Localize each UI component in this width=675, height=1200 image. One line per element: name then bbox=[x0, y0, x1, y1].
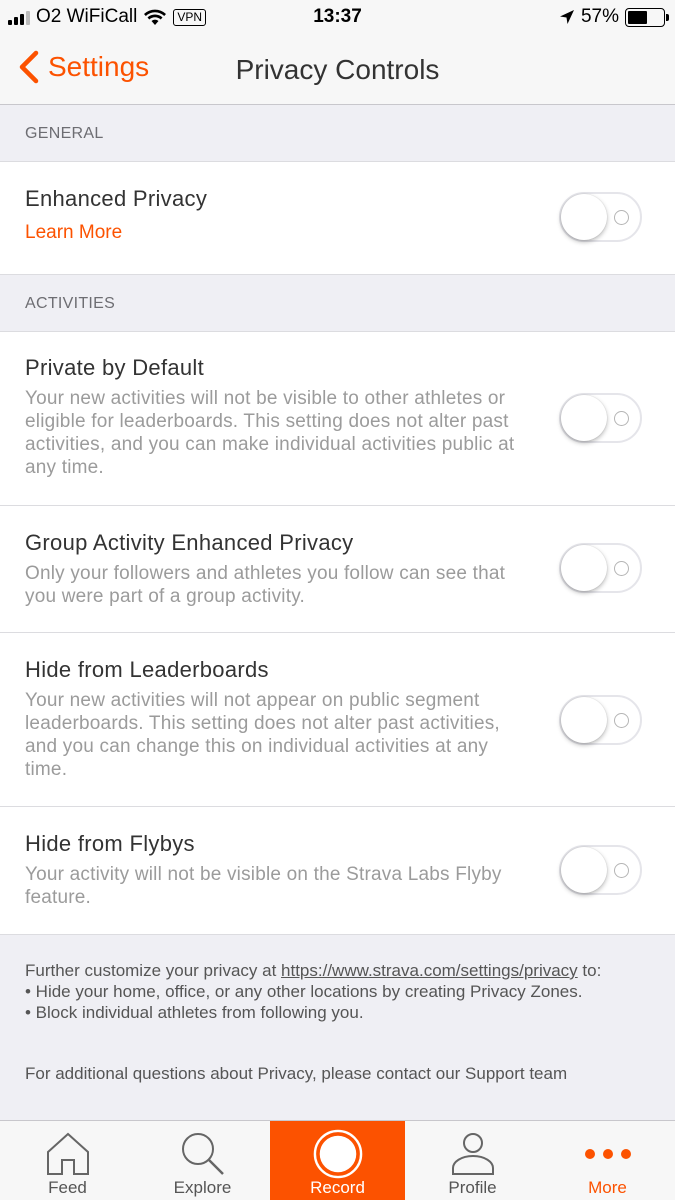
learn-more-link[interactable]: Learn More bbox=[25, 222, 122, 244]
row-description: Your new activities will not be visible … bbox=[25, 388, 515, 478]
toggle-knob bbox=[561, 194, 607, 240]
tab-label: More bbox=[588, 1178, 627, 1197]
privacy-footer-note: Further customize your privacy at https:… bbox=[0, 935, 675, 1084]
location-arrow-icon bbox=[559, 10, 574, 24]
row-title: Private by Default bbox=[25, 355, 205, 380]
section-header-general: GENERAL bbox=[0, 105, 675, 162]
private-by-default-toggle[interactable] bbox=[559, 393, 642, 443]
more-dots-icon bbox=[583, 1129, 633, 1179]
toggle-knob bbox=[561, 697, 607, 743]
tab-profile[interactable]: Profile bbox=[405, 1121, 540, 1200]
settings-list[interactable]: GENERAL Enhanced Privacy Learn More ACTI… bbox=[0, 105, 675, 1120]
wifi-icon bbox=[144, 9, 167, 25]
enhanced-privacy-row: Enhanced Privacy Learn More bbox=[0, 162, 675, 275]
battery-icon bbox=[625, 7, 669, 27]
strava-privacy-settings-link[interactable]: https://www.strava.com/settings/privacy bbox=[281, 961, 578, 980]
toggle-off-indicator bbox=[614, 561, 629, 576]
toggle-knob bbox=[561, 847, 607, 893]
back-label: Settings bbox=[48, 51, 150, 82]
enhanced-privacy-toggle[interactable] bbox=[559, 192, 642, 242]
tab-more[interactable]: More bbox=[540, 1121, 675, 1200]
hide-from-flybys-toggle[interactable] bbox=[559, 845, 642, 895]
back-button[interactable]: Settings bbox=[18, 50, 149, 84]
private-by-default-row: Private by Default Your new activities w… bbox=[0, 332, 675, 506]
status-bar: O2 WiFiCall VPN 13:37 57% bbox=[0, 0, 675, 36]
signal-strength-icon bbox=[8, 9, 30, 25]
footer-bullet: • Hide your home, office, or any other l… bbox=[25, 982, 583, 1001]
tab-feed[interactable]: Feed bbox=[0, 1121, 135, 1200]
footer-intro: Further customize your privacy at bbox=[25, 961, 282, 980]
hide-from-leaderboards-row: Hide from Leaderboards Your new activiti… bbox=[0, 633, 675, 807]
toggle-knob bbox=[561, 395, 607, 441]
row-description: Your activity will not be visible on the… bbox=[25, 864, 502, 908]
vpn-badge: VPN bbox=[173, 8, 207, 26]
footer-intro-suffix: to: bbox=[577, 961, 602, 980]
tab-explore[interactable]: Explore bbox=[135, 1121, 270, 1200]
footer-support-text: For additional questions about Privacy, … bbox=[25, 1064, 568, 1083]
carrier-name: O2 WiFiCall bbox=[36, 6, 138, 27]
hide-from-flybys-row: Hide from Flybys Your activity will not … bbox=[0, 807, 675, 935]
toggle-off-indicator bbox=[614, 411, 629, 426]
tab-label: Feed bbox=[48, 1178, 87, 1197]
tab-record[interactable]: Record bbox=[270, 1121, 405, 1200]
chevron-left-icon bbox=[19, 50, 39, 84]
navigation-bar: Settings Privacy Controls bbox=[0, 36, 675, 105]
group-activity-privacy-row: Group Activity Enhanced Privacy Only you… bbox=[0, 506, 675, 633]
hide-from-leaderboards-toggle[interactable] bbox=[559, 695, 642, 745]
tab-label: Record bbox=[310, 1178, 365, 1197]
battery-percent: 57% bbox=[580, 6, 619, 27]
search-icon bbox=[178, 1129, 228, 1179]
row-description: Your new activities will not appear on p… bbox=[25, 690, 500, 780]
tab-label: Profile bbox=[448, 1178, 497, 1197]
tab-label: Explore bbox=[173, 1178, 232, 1197]
row-description: Only your followers and athletes you fol… bbox=[25, 563, 506, 607]
section-header-activities: ACTIVITIES bbox=[0, 275, 675, 332]
row-title: Group Activity Enhanced Privacy bbox=[25, 530, 354, 555]
toggle-knob bbox=[561, 545, 607, 591]
footer-bullet: • Block individual athletes from followi… bbox=[25, 1003, 364, 1022]
home-icon bbox=[43, 1129, 93, 1179]
record-icon bbox=[313, 1129, 363, 1179]
row-title: Hide from Flybys bbox=[25, 831, 195, 856]
toggle-off-indicator bbox=[614, 863, 629, 878]
profile-icon bbox=[448, 1129, 498, 1179]
group-activity-privacy-toggle[interactable] bbox=[559, 543, 642, 593]
toggle-off-indicator bbox=[614, 713, 629, 728]
toggle-off-indicator bbox=[614, 210, 629, 225]
tab-bar: Feed Explore Record Profile More bbox=[0, 1120, 675, 1200]
row-title: Enhanced Privacy bbox=[25, 186, 208, 211]
row-title: Hide from Leaderboards bbox=[25, 657, 269, 682]
